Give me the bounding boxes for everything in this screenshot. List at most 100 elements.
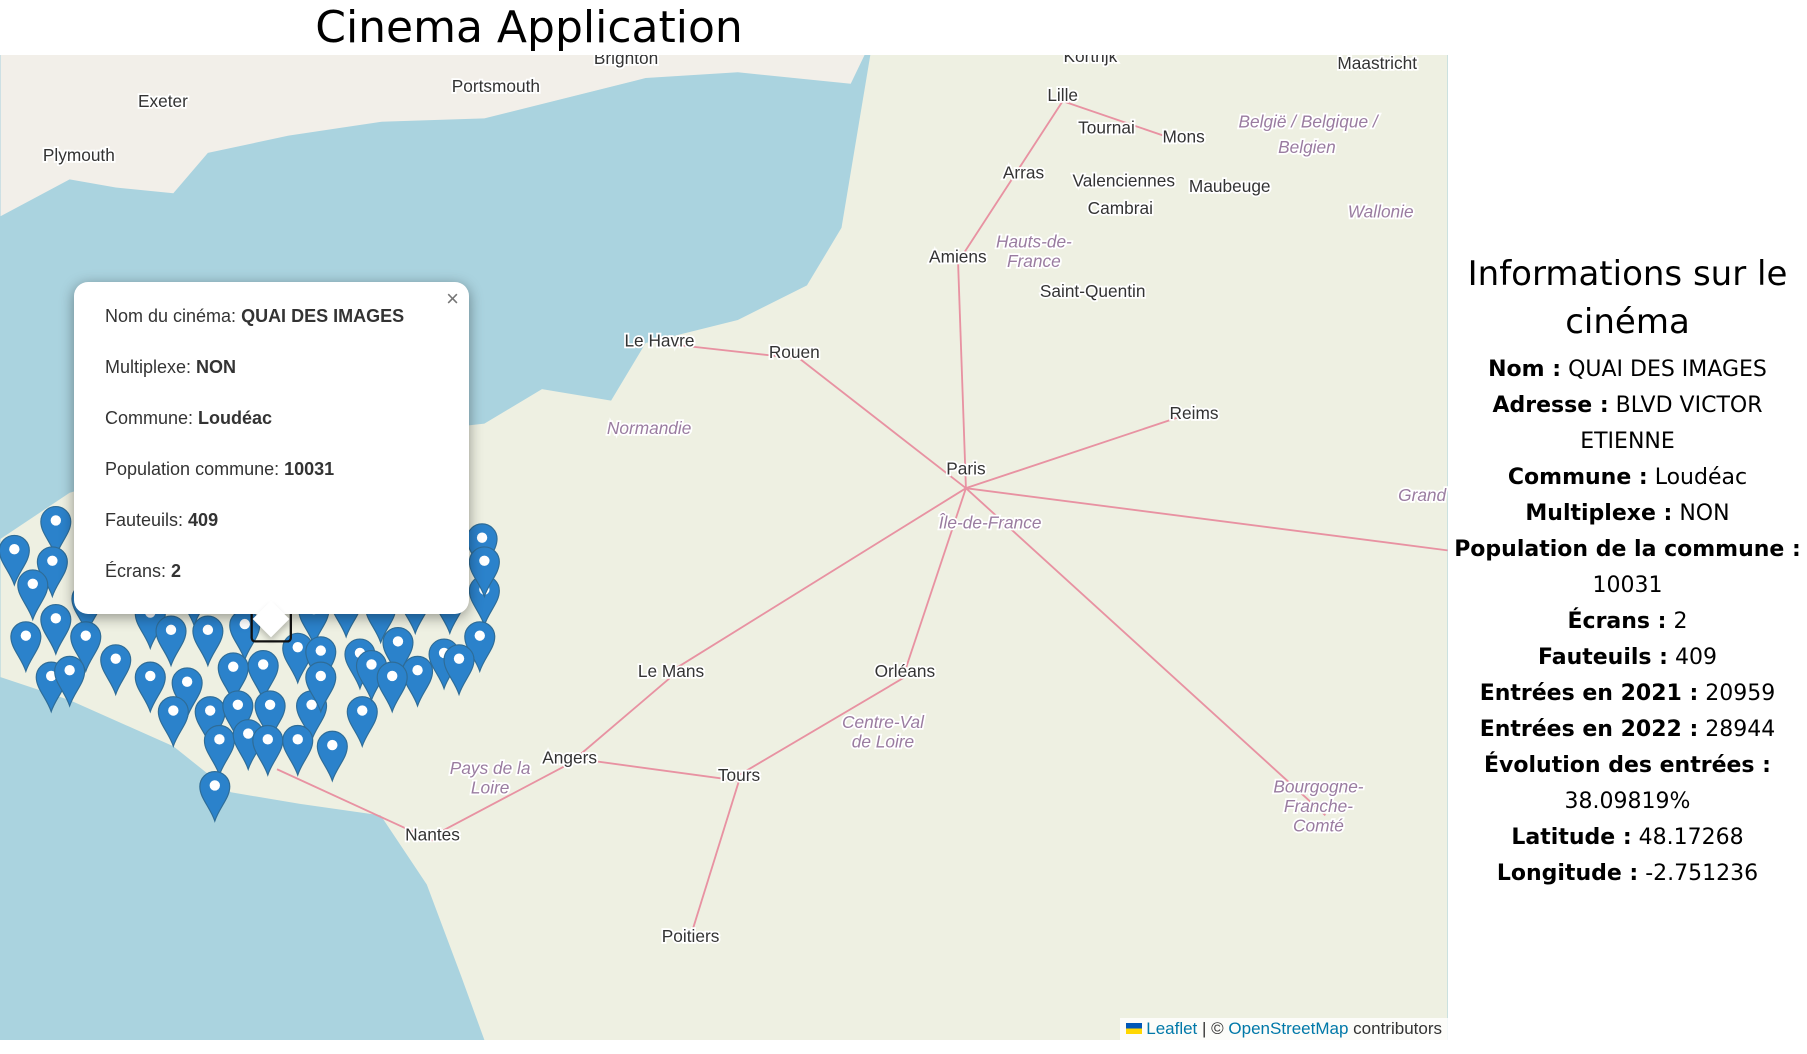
info-field: Entrées en 2022 : 28944 xyxy=(1448,712,1807,748)
close-icon[interactable]: × xyxy=(446,286,459,312)
info-label: Nom : xyxy=(1488,357,1562,382)
info-title: Informations sur le cinéma xyxy=(1467,254,1788,342)
info-label: Évolution des entrées : xyxy=(1484,753,1771,778)
info-value: 38.09819% xyxy=(1564,789,1691,814)
osm-link[interactable]: OpenStreetMap xyxy=(1228,1019,1348,1038)
city-label: Nantes xyxy=(405,825,460,845)
info-field: Évolution des entrées : 38.09819% xyxy=(1448,748,1807,820)
city-label: Kortrijk xyxy=(1063,55,1117,66)
city-label: Paris xyxy=(946,458,986,478)
info-value: 409 xyxy=(1674,645,1717,670)
region-label: België / Belgique / xyxy=(1238,112,1379,132)
region-label: Centre-Val xyxy=(842,712,925,732)
popup-label: Commune: xyxy=(105,408,199,428)
region-label: Comté xyxy=(1293,815,1344,835)
popup-value: 10031 xyxy=(284,459,335,479)
city-label: Poitiers xyxy=(662,926,720,946)
city-label: Brighton xyxy=(594,55,658,68)
info-field: Fauteuils : 409 xyxy=(1448,640,1807,676)
region-label: Pays de la xyxy=(450,758,531,778)
city-label: Le Mans xyxy=(638,661,705,681)
city-label: Orléans xyxy=(875,661,936,681)
info-label: Fauteuils : xyxy=(1538,645,1668,670)
info-value: QUAI DES IMAGES xyxy=(1568,357,1767,382)
map-attribution: Leaflet | © OpenStreetMap contributors xyxy=(1119,1018,1448,1040)
cinema-marker[interactable] xyxy=(199,771,231,823)
city-label: Amiens xyxy=(929,246,987,266)
info-value: 28944 xyxy=(1705,717,1776,742)
city-label: Plymouth xyxy=(43,145,115,165)
info-label: Entrées en 2021 : xyxy=(1479,681,1699,706)
region-label: Normandie xyxy=(607,418,691,438)
region-label: Belgien xyxy=(1278,137,1336,157)
ukraine-flag-icon xyxy=(1125,1023,1142,1034)
info-value: -2.751236 xyxy=(1645,861,1759,886)
leaflet-link[interactable]: Leaflet xyxy=(1146,1019,1197,1038)
region-label: Loire xyxy=(471,777,509,797)
region-label: Wallonie xyxy=(1348,201,1414,221)
city-label: Arras xyxy=(1003,162,1045,182)
info-field: Entrées en 2021 : 20959 xyxy=(1448,676,1807,712)
map[interactable]: Brighton Portsmouth Exeter Plymouth Kortrijk… xyxy=(0,55,1448,1040)
popup-label: Fauteuils: xyxy=(105,510,189,530)
region-label: France xyxy=(1007,251,1061,271)
city-label: Rouen xyxy=(769,342,820,362)
popup-label: Multiplexe: xyxy=(105,357,197,377)
info-field: Population de la commune : 10031 xyxy=(1448,532,1807,604)
popup-value: 409 xyxy=(188,510,219,530)
popup-row-multiplex: Multiplexe: NON xyxy=(105,357,236,378)
popup-row-screens: Écrans: 2 xyxy=(105,561,181,582)
popup-row-commune: Commune: Loudéac xyxy=(105,408,272,429)
info-value: 10031 xyxy=(1592,573,1663,598)
popup-value: 2 xyxy=(171,561,182,581)
popup-value: QUAI DES IMAGES xyxy=(241,306,405,326)
info-label: Multiplexe : xyxy=(1525,501,1673,526)
region-label: Grand xyxy=(1398,485,1447,505)
info-label: Commune : xyxy=(1507,465,1648,490)
cinema-popup: × Nom du cinéma: QUAI DES IMAGES Multipl… xyxy=(74,282,469,638)
city-label: Exeter xyxy=(138,91,188,111)
info-field: Longitude : -2.751236 xyxy=(1448,856,1807,892)
city-label: Reims xyxy=(1170,403,1219,423)
city-label: Valenciennes xyxy=(1073,170,1176,190)
info-label: Population de la commune : xyxy=(1454,537,1801,562)
info-field: Multiplexe : NON xyxy=(1448,496,1807,532)
info-label: Écrans : xyxy=(1567,609,1667,634)
cinema-info-panel: Informations sur le cinéma Nom : QUAI DE… xyxy=(1448,250,1807,892)
attribution-suffix: contributors xyxy=(1353,1019,1442,1038)
city-label: Maastricht xyxy=(1337,55,1417,73)
region-label: Île-de-France xyxy=(939,512,1042,532)
region-label: Franche- xyxy=(1284,796,1353,816)
city-label: Cambrai xyxy=(1088,198,1153,218)
region-label: Bourgogne- xyxy=(1273,776,1363,796)
popup-value: NON xyxy=(196,357,237,377)
info-value: 2 xyxy=(1673,609,1688,634)
city-label: Saint-Quentin xyxy=(1040,281,1146,301)
info-value: 48.17268 xyxy=(1638,825,1744,850)
info-field: Latitude : 48.17268 xyxy=(1448,820,1807,856)
info-label: Adresse : xyxy=(1492,393,1609,418)
info-value: Loudéac xyxy=(1654,465,1748,490)
popup-row-name: Nom du cinéma: QUAI DES IMAGES xyxy=(105,306,404,327)
popup-label: Population commune: xyxy=(105,459,285,479)
city-label: Tours xyxy=(718,765,761,785)
city-label: Le Havre xyxy=(624,330,694,350)
info-label: Latitude : xyxy=(1511,825,1632,850)
popup-label: Nom du cinéma: xyxy=(105,306,242,326)
info-value: NON xyxy=(1679,501,1730,526)
city-label: Maubeuge xyxy=(1189,176,1271,196)
info-field: Adresse : BLVD VICTOR ETIENNE xyxy=(1448,388,1807,460)
info-label: Longitude : xyxy=(1496,861,1639,886)
city-label: Portsmouth xyxy=(452,76,540,96)
city-label: Lille xyxy=(1047,85,1078,105)
attribution-separator: | © xyxy=(1202,1019,1224,1038)
info-value: 20959 xyxy=(1705,681,1776,706)
info-field: Commune : Loudéac xyxy=(1448,460,1807,496)
info-field: Nom : QUAI DES IMAGES xyxy=(1448,352,1807,388)
region-label: Hauts-de- xyxy=(996,231,1072,251)
popup-label: Écrans: xyxy=(105,561,172,581)
england-land xyxy=(0,55,865,217)
region-label: de Loire xyxy=(852,731,914,751)
city-label: Angers xyxy=(542,748,597,768)
city-label: Mons xyxy=(1163,127,1206,147)
